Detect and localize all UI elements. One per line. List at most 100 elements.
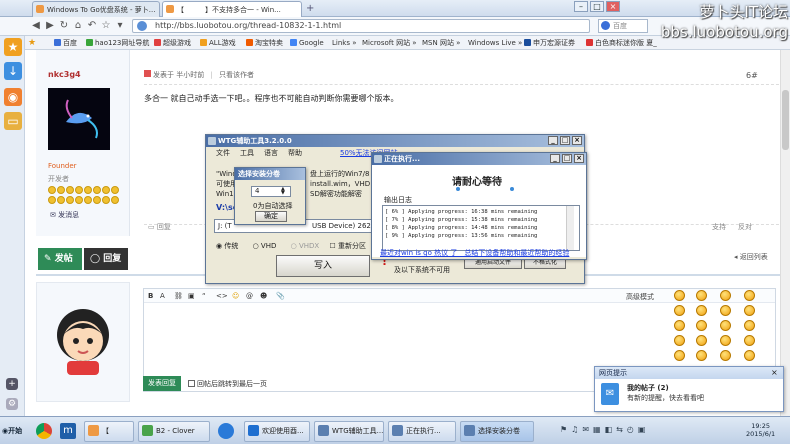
- quote-icon[interactable]: “: [202, 292, 206, 300]
- bookmark-game[interactable]: 超级游戏: [154, 38, 191, 48]
- scrollbar-thumb[interactable]: [782, 90, 789, 150]
- bookmark-star-icon[interactable]: ★: [28, 38, 36, 48]
- taskbar-item-browser[interactable]: 【: [84, 421, 134, 442]
- reply-button[interactable]: ◯ 回复: [84, 248, 128, 270]
- smiley-icon[interactable]: ☺: [232, 292, 239, 300]
- submit-reply-button[interactable]: 发表回复: [143, 376, 181, 391]
- minimize-icon[interactable]: _: [550, 154, 560, 163]
- bookmark-securities[interactable]: 申万宏源证券: [524, 38, 575, 48]
- close-window-button[interactable]: ×: [606, 1, 620, 12]
- menu-language[interactable]: 语言: [264, 147, 278, 159]
- user-avatar[interactable]: [48, 88, 110, 150]
- bookmark-mini[interactable]: 白色商标迷你版 夏_: [586, 38, 657, 48]
- emoji-icon[interactable]: ☻: [260, 292, 267, 300]
- maxthon-icon[interactable]: m: [60, 423, 76, 439]
- font-color-icon[interactable]: A: [160, 292, 165, 300]
- rating-stars-row2: [48, 196, 130, 206]
- tab-windows-to-go[interactable]: Windows To Go优盘系统 - 萝卜...: [32, 1, 160, 17]
- reload-icon[interactable]: ↻: [58, 20, 70, 32]
- page-scrollbar[interactable]: [780, 50, 790, 416]
- partition-number-input[interactable]: 4: [251, 186, 291, 197]
- attach-icon[interactable]: 📎: [276, 292, 285, 300]
- download-icon[interactable]: ↓: [4, 62, 22, 80]
- repartition-checkbox[interactable]: ☐ 重新分区: [329, 242, 366, 250]
- search-input[interactable]: 百度: [598, 19, 648, 33]
- start-button[interactable]: ◉开始: [2, 421, 28, 442]
- bookmark-windows-live[interactable]: Windows Live »: [468, 38, 522, 48]
- cartoon-avatar-icon: [57, 309, 109, 375]
- clock[interactable]: 19:25 2015/6/1: [746, 422, 775, 438]
- bookmark-msn[interactable]: MSN 网站 »: [422, 38, 460, 48]
- bookmark-baidu[interactable]: 百度: [54, 38, 77, 48]
- menu-file[interactable]: 文件: [216, 147, 230, 159]
- taskbar-item-wtg[interactable]: WTG辅助工具...: [314, 421, 384, 442]
- rss-icon[interactable]: ◉: [4, 88, 22, 106]
- new-tab-button[interactable]: +: [306, 3, 314, 14]
- bold-icon[interactable]: B: [148, 292, 153, 300]
- log-scrollbar[interactable]: [566, 206, 574, 250]
- bookmark-google[interactable]: Google: [290, 38, 324, 48]
- radio-vhdx[interactable]: ○ VHDX: [291, 242, 320, 250]
- taskbar-item-welcome[interactable]: 欢迎使用酉...: [244, 421, 310, 442]
- minimize-icon[interactable]: _: [548, 136, 558, 145]
- forum-link-text[interactable]: 最近对win is go 热议 了 总结下设备帮助和最近帮助的经验: [380, 248, 585, 258]
- menu-help[interactable]: 帮助: [288, 147, 302, 159]
- web-notification[interactable]: 网页提示 × ✉ 我的帖子 (2) 有新的提醒，快去看看吧: [594, 366, 784, 412]
- minimize-button[interactable]: –: [574, 1, 588, 12]
- notes-icon[interactable]: ▭: [4, 112, 22, 130]
- radio-vhd[interactable]: ○ VHD: [253, 242, 277, 250]
- forward-icon[interactable]: ▶: [44, 20, 56, 32]
- back-icon[interactable]: ◀: [30, 20, 42, 32]
- maximize-icon[interactable]: □: [562, 154, 572, 163]
- jump-last-page-checkbox[interactable]: 回帖后跳转到最后一页: [188, 379, 267, 389]
- wtg-description-right: 盘上运行的Win7/8 install.wim，VHD SD解密功能解密: [310, 170, 371, 198]
- ie-icon[interactable]: [218, 423, 234, 439]
- link-icon[interactable]: ⛓: [174, 292, 183, 300]
- spinner-icon[interactable]: ▲ ▼: [281, 187, 285, 196]
- bookmark-links[interactable]: Links »: [332, 38, 357, 48]
- star-icon[interactable]: ☆: [100, 20, 112, 32]
- bookmark-taobao[interactable]: 淘宝特卖: [246, 38, 283, 48]
- taskbar-item-clover[interactable]: B2 - Clover: [138, 421, 210, 442]
- taskbar-item-running[interactable]: 正在执行...: [388, 421, 456, 442]
- down-icon[interactable]: ▾: [114, 20, 126, 32]
- oppose-link[interactable]: 反对: [738, 222, 752, 232]
- send-message-link[interactable]: ✉ 发消息: [50, 210, 79, 220]
- ok-button[interactable]: 确定: [255, 211, 287, 222]
- at-icon[interactable]: @: [246, 292, 253, 300]
- close-icon[interactable]: ×: [771, 368, 778, 377]
- log-output[interactable]: [ 6% ] Applying progress: 16:38 mins rem…: [382, 205, 580, 251]
- chrome-icon[interactable]: [36, 423, 52, 439]
- divider: [144, 84, 784, 85]
- undo-icon[interactable]: ↶: [86, 20, 98, 32]
- url-input[interactable]: http://bbs.luobotou.org/thread-10832-1-1…: [132, 19, 590, 33]
- support-link[interactable]: 支持: [712, 222, 726, 232]
- reply-link[interactable]: ▭ 回复: [148, 222, 171, 232]
- maximize-button[interactable]: □: [590, 1, 604, 12]
- back-to-list-link[interactable]: ◂ 返回列表: [734, 252, 768, 262]
- radio-legacy[interactable]: ◉ 传统: [216, 242, 238, 250]
- system-tray[interactable]: ⚑♫✉▦◧⇆◴▣: [560, 425, 730, 437]
- tab-current-thread[interactable]: 【 】不支持多合一 - Win...: [162, 1, 302, 18]
- add-icon[interactable]: +: [6, 378, 18, 390]
- author-only-link[interactable]: 只看该作者: [219, 71, 254, 79]
- taskbar-item-select-partition[interactable]: 选择安装分卷: [460, 421, 534, 442]
- bookmark-all-game[interactable]: ALL游戏: [200, 38, 236, 48]
- taobao-icon: [246, 39, 253, 46]
- close-icon[interactable]: ×: [574, 154, 584, 163]
- menu-tools[interactable]: 工具: [240, 147, 254, 159]
- image-icon[interactable]: ▣: [188, 292, 195, 300]
- code-icon[interactable]: <>: [216, 292, 228, 300]
- favorites-star-icon[interactable]: ★: [4, 38, 22, 56]
- new-post-button[interactable]: ✎ 发帖: [38, 248, 82, 270]
- advanced-mode-link[interactable]: 高级模式: [626, 292, 654, 302]
- maximize-icon[interactable]: □: [560, 136, 570, 145]
- username[interactable]: nkc3g4: [48, 70, 81, 79]
- write-button[interactable]: 写入: [276, 255, 370, 277]
- bookmark-hao123[interactable]: hao123网址导航: [86, 38, 149, 48]
- settings-gear-icon[interactable]: ⚙: [6, 398, 18, 410]
- bookmark-microsoft[interactable]: Microsoft 网站 »: [362, 38, 417, 48]
- user-info-panel: nkc3g4 Founder 开发者 ✉ 发消息: [36, 50, 130, 236]
- home-icon[interactable]: ⌂: [72, 20, 84, 32]
- close-icon[interactable]: ×: [572, 136, 582, 145]
